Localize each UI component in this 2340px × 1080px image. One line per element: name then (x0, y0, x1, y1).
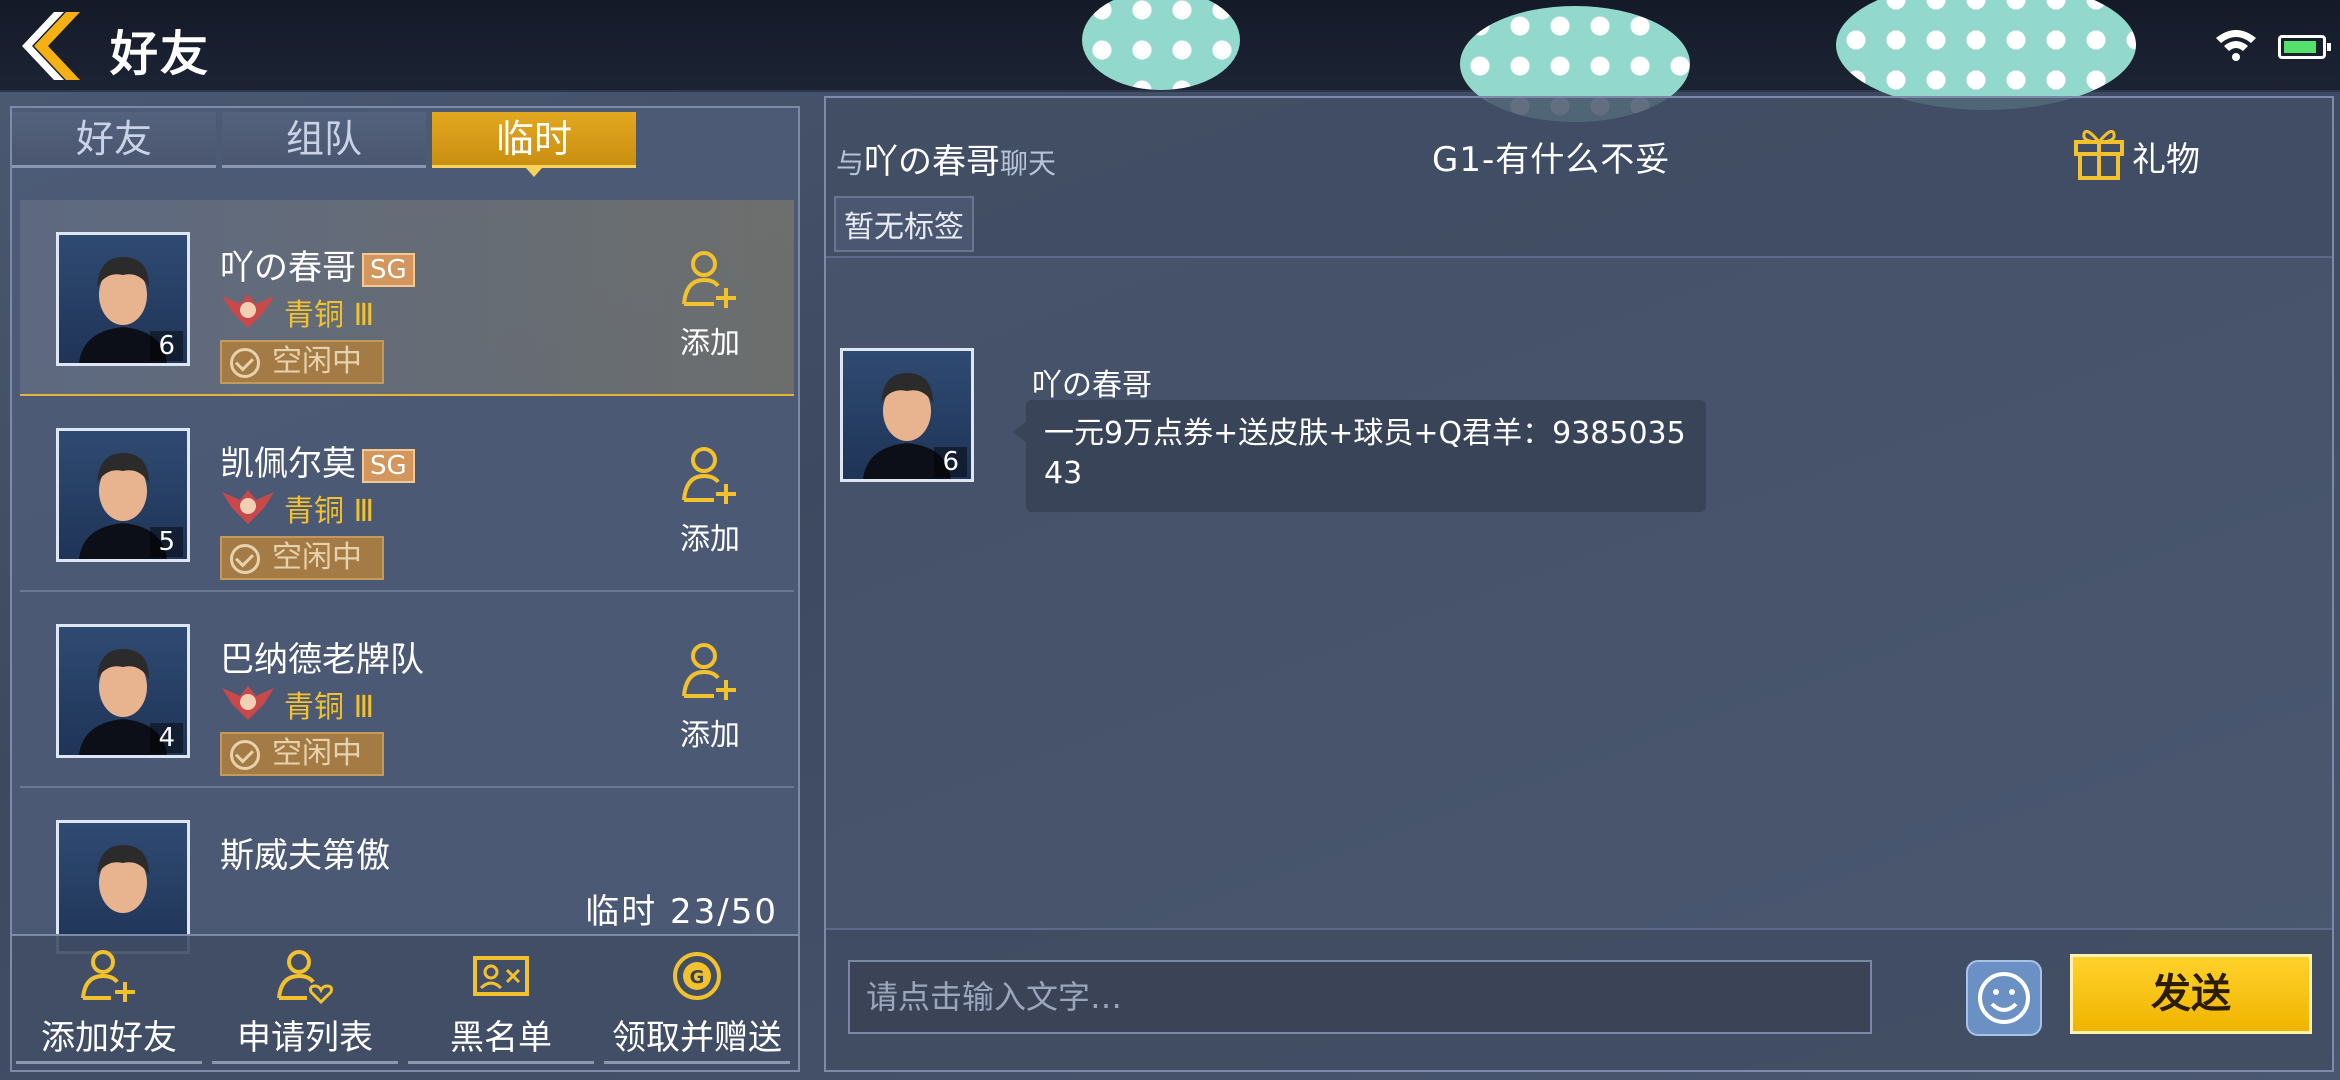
check-circle-icon (230, 544, 260, 574)
chat-panel: 与吖の春哥聊天 G1-有什么不妥 礼物 暂无标签 6 吖の春哥 一元9万点券+送… (824, 96, 2334, 1072)
decorative-dots (1082, 0, 1240, 90)
bottom-action-bar: 添加好友 申请列表 黑名单 G 领取并赠送 (12, 934, 798, 1070)
back-button[interactable] (18, 10, 88, 82)
request-list-icon (277, 950, 333, 1005)
add-label: 添加 (680, 326, 740, 361)
friend-row[interactable]: 5 凯佩尔莫 SG 青铜 Ⅲ 空闲中 添加 (20, 396, 794, 592)
add-friend-nav-button[interactable]: 添加好友 (16, 944, 202, 1064)
chat-title: G1-有什么不妥 (1432, 140, 1671, 180)
player-level: 6 (150, 331, 183, 361)
friend-row[interactable]: 4 巴纳德老牌队 青铜 Ⅲ 空闲中 添加 (20, 592, 794, 788)
player-portrait-icon (97, 845, 149, 913)
message-sender: 吖の春哥 (1032, 368, 1152, 403)
page-title: 好友 (110, 26, 211, 82)
battery-level (2284, 41, 2316, 53)
player-level: 4 (150, 723, 183, 753)
decorative-dots (1836, 0, 2136, 110)
check-circle-icon (230, 348, 260, 378)
chat-input[interactable] (848, 960, 1872, 1034)
friend-name: 吖の春哥 SG (220, 240, 415, 289)
bottom-label: 领取并赠送 (612, 1018, 782, 1058)
friend-name: 巴纳德老牌队 (220, 632, 424, 681)
bottom-label: 黑名单 (450, 1018, 552, 1058)
position-badge: SG (362, 252, 415, 287)
player-level: 5 (150, 527, 183, 557)
tab-friends[interactable]: 好友 (12, 112, 216, 168)
friends-panel: 好友 组队 临时 6 吖の春哥 SG 青铜 Ⅲ 空闲中 添加 5 凯佩尔莫 SG… (10, 106, 800, 1072)
chat-input-area: 发送 (826, 928, 2332, 1070)
bottom-label: 申请列表 (237, 1018, 373, 1058)
tab-team[interactable]: 组队 (222, 112, 426, 168)
blacklist-icon (473, 956, 529, 996)
rank-emblem-icon (222, 294, 274, 328)
status-text: 空闲中 (272, 344, 362, 379)
back-chevron-icon (22, 12, 80, 80)
gift-button[interactable]: 礼物 (2072, 122, 2212, 182)
status-badge: 空闲中 (220, 536, 384, 580)
player-level: 6 (934, 447, 967, 477)
message-bubble: 一元9万点券+送皮肤+球员+Q君羊：938503543 (1012, 400, 1706, 512)
coin-gift-icon: G (673, 952, 721, 1000)
tab-temporary[interactable]: 临时 (432, 112, 636, 177)
battery-icon (2278, 35, 2331, 59)
message-avatar[interactable]: 6 (840, 348, 974, 482)
friend-name-text: 吖の春哥 (220, 248, 356, 288)
add-friend-button[interactable]: 添加 (660, 640, 760, 760)
chat-partner-name: 吖の春哥 (864, 142, 1001, 182)
status-badge: 空闲中 (220, 732, 384, 776)
add-label: 添加 (680, 522, 740, 557)
rank-emblem-icon (222, 686, 274, 720)
status-badge: 空闲中 (220, 340, 384, 384)
svg-text:G: G (690, 967, 705, 988)
status-text: 空闲中 (272, 540, 362, 575)
add-label: 添加 (680, 718, 740, 753)
wifi-icon (2216, 30, 2256, 61)
temporary-count: 临时 23/50 (585, 892, 778, 932)
tab-bar: 好友 组队 临时 (12, 108, 798, 177)
gift-label: 礼物 (2132, 140, 2200, 180)
check-circle-icon (230, 740, 260, 770)
friend-row[interactable]: 6 吖の春哥 SG 青铜 Ⅲ 空闲中 添加 (20, 200, 794, 396)
add-friend-icon (81, 950, 135, 1002)
add-person-icon (682, 643, 736, 700)
friend-name: 斯威夫第傲 (220, 828, 390, 877)
gift-icon (2074, 129, 2124, 180)
friend-name: 凯佩尔莫 SG (220, 436, 415, 485)
chat-with-prefix: 与 (836, 147, 865, 180)
request-list-button[interactable]: 申请列表 (212, 944, 398, 1064)
add-friend-button[interactable]: 添加 (660, 248, 760, 368)
add-person-icon (682, 251, 736, 308)
friend-name-text: 斯威夫第傲 (220, 836, 390, 876)
chat-with-label: 与吖の春哥聊天 (836, 134, 1056, 183)
rank-label: 青铜 Ⅲ (284, 494, 375, 529)
top-bar: 好友 (0, 0, 2340, 122)
friend-list[interactable]: 6 吖の春哥 SG 青铜 Ⅲ 空闲中 添加 5 凯佩尔莫 SG 青铜 Ⅲ 空闲中… (20, 200, 794, 980)
bottom-label: 添加好友 (41, 1018, 177, 1058)
blacklist-button[interactable]: 黑名单 (408, 944, 594, 1064)
rank-label: 青铜 Ⅲ (284, 690, 375, 725)
position-badge: SG (362, 448, 415, 483)
status-text: 空闲中 (272, 736, 362, 771)
avatar[interactable]: 5 (56, 428, 190, 562)
add-friend-button[interactable]: 添加 (660, 444, 760, 564)
avatar[interactable]: 6 (56, 232, 190, 366)
rank-label: 青铜 Ⅲ (284, 298, 375, 333)
rank-emblem-icon (222, 490, 274, 524)
tag-chip[interactable]: 暂无标签 (834, 196, 974, 252)
send-button[interactable]: 发送 (2070, 954, 2312, 1034)
claim-and-gift-button[interactable]: G 领取并赠送 (604, 944, 790, 1064)
friend-name-text: 凯佩尔莫 (220, 444, 356, 484)
chat-with-suffix: 聊天 (1000, 147, 1057, 180)
avatar[interactable]: 4 (56, 624, 190, 758)
smiley-icon (1978, 972, 2030, 1024)
chat-header: 与吖の春哥聊天 G1-有什么不妥 礼物 暂无标签 (826, 98, 2332, 258)
add-person-icon (682, 447, 736, 504)
friend-name-text: 巴纳德老牌队 (220, 640, 424, 680)
emoji-button[interactable] (1966, 960, 2042, 1036)
